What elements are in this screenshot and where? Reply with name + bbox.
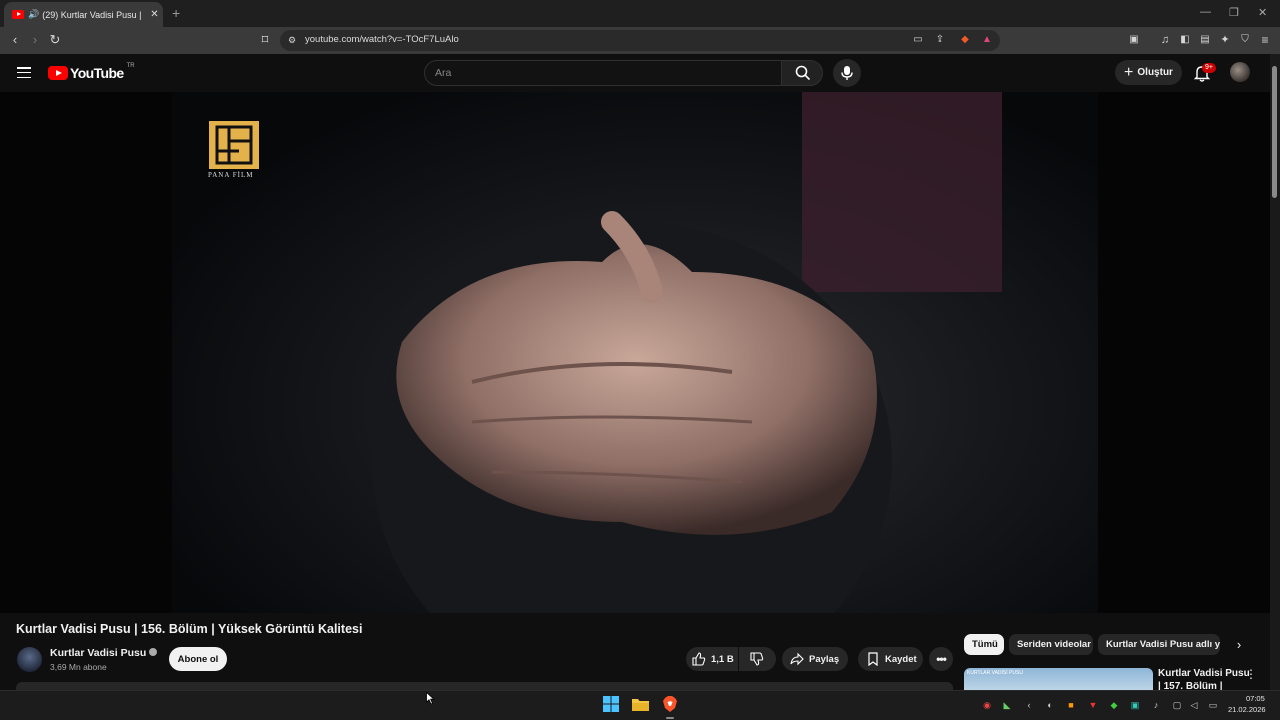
sidebar-icon[interactable]: ◧ bbox=[1177, 32, 1193, 48]
browser-tab[interactable]: 🔊 (29) Kurtlar Vadisi Pusu | 156. ✕ bbox=[4, 2, 163, 27]
tray-nvidia-icon[interactable]: ◣ bbox=[1002, 700, 1012, 710]
back-icon[interactable]: ‹ bbox=[7, 32, 23, 48]
youtube-play-icon bbox=[48, 66, 68, 80]
hamburger-menu-icon[interactable] bbox=[17, 67, 31, 79]
watermark-text: PANA FİLM bbox=[208, 171, 254, 179]
search-input[interactable]: Ara bbox=[424, 60, 782, 86]
active-app-indicator bbox=[666, 717, 674, 719]
speaker-icon[interactable]: 🔊 bbox=[28, 9, 39, 20]
bookmark-save-icon bbox=[868, 652, 878, 666]
tray-network-icon[interactable]: ▢ bbox=[1172, 700, 1182, 710]
mouse-cursor-icon bbox=[426, 692, 435, 705]
subscriber-count: 3,69 Mn abone bbox=[50, 662, 107, 672]
thumbs-up-icon bbox=[692, 652, 706, 666]
wallet-icon[interactable]: ▤ bbox=[1197, 32, 1213, 48]
tray-mic-icon[interactable]: ♪ bbox=[1151, 700, 1161, 710]
tray-app-icon-2[interactable]: ◐ bbox=[1045, 700, 1055, 710]
clasped-hands-image bbox=[372, 92, 1002, 613]
video-player[interactable] bbox=[0, 92, 1270, 613]
thumbs-down-icon bbox=[750, 652, 764, 666]
url-text[interactable]: youtube.com/watch?v=-TOcF7LuAlo bbox=[305, 34, 459, 45]
tab-title: (29) Kurtlar Vadisi Pusu | 156. bbox=[42, 9, 144, 20]
chip-series-videos[interactable]: Seriden videolar bbox=[1009, 634, 1093, 655]
reader-mode-icon[interactable]: ▣ bbox=[1126, 32, 1142, 48]
share-button[interactable]: Paylaş bbox=[782, 647, 848, 671]
related-video-title-line2[interactable]: | 157. Bölüm | bbox=[1158, 681, 1223, 690]
new-tab-button[interactable]: + bbox=[172, 5, 180, 21]
windows-start-icon[interactable] bbox=[603, 696, 619, 712]
brave-browser-icon[interactable] bbox=[663, 696, 677, 712]
close-window-button[interactable]: ✕ bbox=[1258, 6, 1267, 19]
more-actions-button[interactable]: ••• bbox=[929, 647, 953, 671]
share-icon bbox=[790, 652, 804, 666]
scrollbar-thumb[interactable] bbox=[1272, 66, 1277, 198]
site-info-icon[interactable]: ⚙ bbox=[284, 32, 300, 48]
tray-volume-icon[interactable]: ◁ bbox=[1189, 700, 1199, 710]
forward-icon[interactable]: › bbox=[27, 32, 43, 48]
plus-icon: + bbox=[1124, 63, 1134, 81]
chip-all[interactable]: Tümü bbox=[964, 634, 1004, 655]
save-button[interactable]: Kaydet bbox=[858, 647, 923, 671]
thumbnail-text: KURTLAR VADİSİ PUSU bbox=[967, 670, 1023, 676]
verified-badge-icon bbox=[149, 648, 158, 656]
browser-tab-strip bbox=[0, 0, 1280, 27]
channel-avatar[interactable] bbox=[17, 647, 42, 672]
search-icon bbox=[795, 65, 811, 81]
microphone-icon bbox=[841, 66, 853, 80]
like-count: 1,1 B bbox=[711, 653, 734, 665]
subscribe-button[interactable]: Abone ol bbox=[169, 647, 227, 671]
bookmark-icon[interactable]: ⌑ bbox=[257, 32, 273, 48]
channel-name[interactable]: Kurtlar Vadisi Pusu bbox=[50, 647, 158, 659]
save-label: Kaydet bbox=[885, 653, 917, 665]
chevron-right-icon[interactable]: › bbox=[1232, 638, 1246, 652]
vpn-icon[interactable]: ⛉ bbox=[1237, 32, 1253, 48]
chip-channel-videos[interactable]: Kurtlar Vadisi Pusu adlı yü bbox=[1098, 634, 1220, 655]
related-video-title[interactable]: Kurtlar Vadisi Pusu bbox=[1158, 668, 1250, 679]
music-icon[interactable]: ♫ bbox=[1157, 32, 1173, 48]
country-code: TR bbox=[126, 63, 135, 69]
dislike-button[interactable] bbox=[739, 647, 776, 671]
tray-chevron-icon[interactable]: ‹ bbox=[1024, 700, 1034, 710]
tray-app-icon-3[interactable]: ■ bbox=[1066, 700, 1076, 710]
video-title: Kurtlar Vadisi Pusu | 156. Bölüm | Yükse… bbox=[16, 622, 363, 636]
pana-film-logo bbox=[209, 121, 259, 169]
file-explorer-icon[interactable] bbox=[632, 697, 649, 711]
user-avatar[interactable] bbox=[1230, 62, 1250, 82]
tray-battery-icon[interactable]: ▭ bbox=[1206, 700, 1220, 710]
cast-icon[interactable]: ▭ bbox=[910, 32, 926, 48]
tab-close-icon[interactable]: ✕ bbox=[150, 9, 158, 20]
reload-icon[interactable]: ↻ bbox=[47, 32, 63, 48]
leo-ai-icon[interactable]: ✦ bbox=[1217, 32, 1233, 48]
search-button[interactable] bbox=[781, 60, 823, 86]
youtube-favicon-icon bbox=[12, 10, 24, 19]
tray-app-icon-6[interactable]: ▣ bbox=[1130, 700, 1140, 710]
voice-search-button[interactable] bbox=[833, 59, 861, 87]
taskbar-time[interactable]: 07:05 bbox=[1246, 694, 1265, 703]
more-vertical-icon[interactable]: ⋮ bbox=[1245, 668, 1257, 680]
like-button[interactable]: 1,1 B bbox=[686, 647, 738, 671]
video-frame bbox=[172, 92, 1098, 613]
channel-name-text: Kurtlar Vadisi Pusu bbox=[50, 647, 147, 659]
more-horizontal-icon: ••• bbox=[936, 652, 947, 666]
share-label: Paylaş bbox=[809, 653, 840, 665]
youtube-logo-text: YouTube bbox=[70, 65, 124, 81]
restore-button[interactable]: ❐ bbox=[1229, 6, 1239, 19]
create-button[interactable]: + Oluştur bbox=[1115, 60, 1182, 85]
minimize-button[interactable]: — bbox=[1200, 6, 1211, 18]
browser-menu-icon[interactable]: ≡ bbox=[1257, 32, 1273, 48]
tray-app-icon-4[interactable]: ▼ bbox=[1088, 700, 1098, 710]
related-video-thumbnail[interactable]: KURTLAR VADİSİ PUSU bbox=[964, 668, 1153, 690]
brave-rewards-icon[interactable]: ▲ bbox=[979, 32, 995, 48]
taskbar-date[interactable]: 21.02.2026 bbox=[1228, 705, 1266, 714]
tray-app-icon-1[interactable]: ◉ bbox=[982, 700, 992, 710]
brave-shields-icon[interactable]: ◆ bbox=[957, 32, 973, 48]
create-label: Oluştur bbox=[1137, 67, 1173, 78]
notification-badge: 9+ bbox=[1202, 63, 1216, 73]
youtube-logo[interactable]: YouTube TR bbox=[48, 63, 135, 81]
tray-app-icon-5[interactable]: ◆ bbox=[1109, 700, 1119, 710]
share-page-icon[interactable]: ⇪ bbox=[932, 32, 948, 48]
